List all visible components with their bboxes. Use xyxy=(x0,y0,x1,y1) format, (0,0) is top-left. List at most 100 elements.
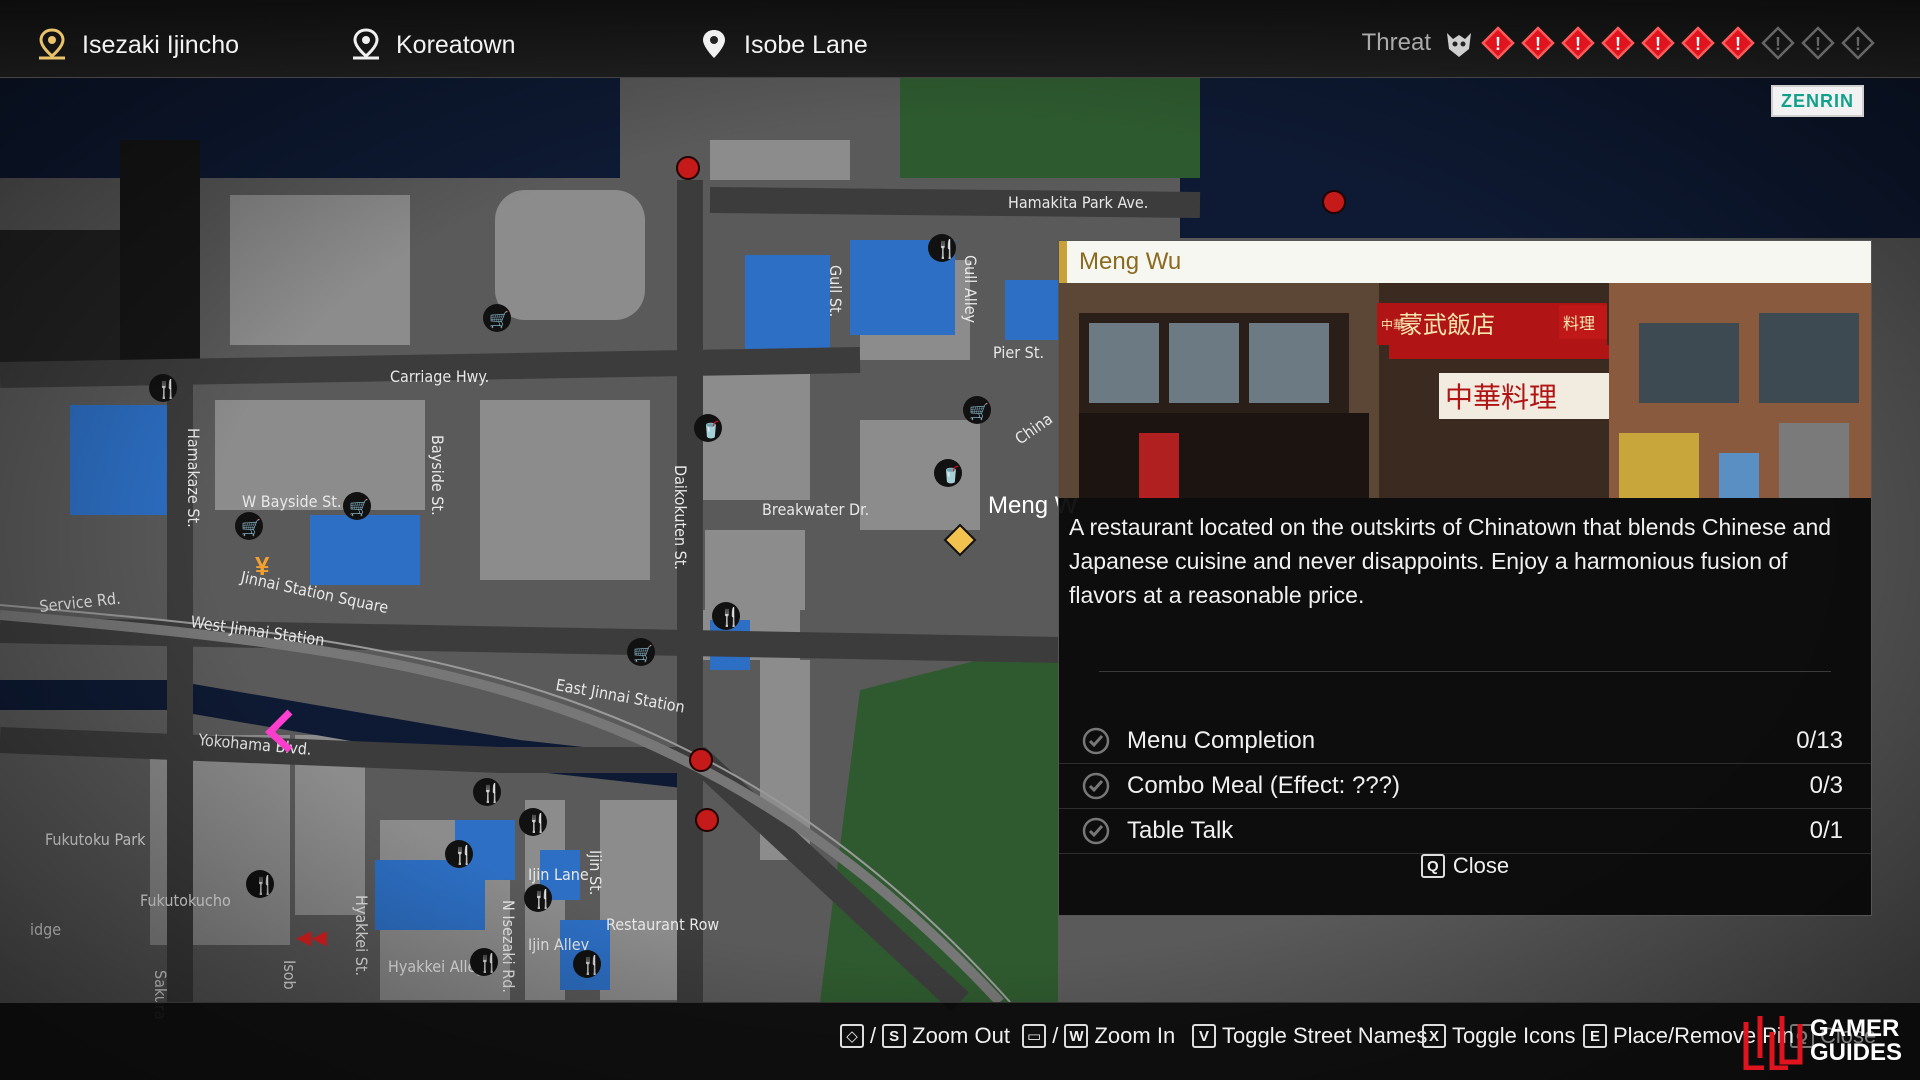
street-label: Fukutoku Park xyxy=(45,830,146,849)
restaurant-icon[interactable]: 🍴 xyxy=(149,374,178,402)
svg-text:!: ! xyxy=(1495,34,1501,54)
location-pin-icon xyxy=(703,30,725,58)
restaurant-icon[interactable]: 🍴 xyxy=(445,840,474,868)
street-label: N Isezaki Rd. xyxy=(499,900,518,993)
threat-diamond-active-icon: ! xyxy=(1561,26,1595,60)
bottom-controls-bar: ◇ / S Zoom Out ▭ / W Zoom In V Toggle St… xyxy=(0,1002,1920,1080)
key-q-icon: Q xyxy=(1420,854,1445,878)
svg-text:¥: ¥ xyxy=(255,551,270,581)
area-name: Koreatown xyxy=(396,30,516,59)
restaurant-icon[interactable]: 🍴 xyxy=(470,948,499,976)
zoom-in-hint[interactable]: ▭ / W Zoom In xyxy=(1022,1023,1175,1049)
danger-marker-icon[interactable] xyxy=(1322,190,1346,214)
task-row-combo-meal: Combo Meal (Effect: ???) 0/3 xyxy=(1059,764,1871,809)
svg-text:🥤: 🥤 xyxy=(941,465,961,484)
threat-diamond-active-icon: ! xyxy=(1681,26,1715,60)
restaurant-icon[interactable]: 🍴 xyxy=(246,870,275,898)
task-label: Table Talk xyxy=(1127,817,1234,844)
watermark-line1: GAMER xyxy=(1810,1015,1900,1042)
street-label: Bayside St. xyxy=(428,435,447,516)
svg-text:🥤: 🥤 xyxy=(701,420,721,439)
svg-text:!: ! xyxy=(1655,34,1661,54)
mouse-wheel-icon: ◇ xyxy=(840,1024,864,1048)
svg-text:🛒: 🛒 xyxy=(633,644,653,663)
shop-cart-icon[interactable]: 🛒 xyxy=(343,492,371,520)
check-circle-icon xyxy=(1082,817,1110,845)
restaurant-photo: 蒙武飯店 料理 中華料理 中華 xyxy=(1059,283,1871,498)
restaurant-icon[interactable]: 🍴 xyxy=(712,602,741,630)
atm-yen-icon[interactable]: ¥ xyxy=(255,551,270,581)
check-circle-icon xyxy=(1082,772,1110,800)
danger-marker-icon[interactable] xyxy=(695,808,719,832)
toggle-icons-hint[interactable]: X Toggle Icons xyxy=(1422,1023,1576,1049)
street-name: Isobe Lane xyxy=(744,30,868,59)
svg-text:🍴: 🍴 xyxy=(719,606,741,628)
street-label: Ijin St. xyxy=(586,850,605,895)
street-location: Isobe Lane xyxy=(698,28,868,62)
svg-text:🍴: 🍴 xyxy=(477,952,499,974)
task-label: Menu Completion xyxy=(1127,727,1316,754)
close-panel-button[interactable]: Q Close xyxy=(1059,853,1871,879)
zoom-out-hint[interactable]: ◇ / S Zoom Out xyxy=(840,1023,1010,1049)
svg-text:🛒: 🛒 xyxy=(969,402,989,421)
street-label: Pier St. xyxy=(993,343,1044,362)
danger-marker-icon[interactable] xyxy=(676,156,700,180)
task-row-table-talk: Table Talk 0/1 xyxy=(1059,809,1871,854)
toggle-street-names-hint[interactable]: V Toggle Street Names xyxy=(1192,1023,1427,1049)
street-label: Breakwater Dr. xyxy=(762,500,869,519)
svg-text:🍴: 🍴 xyxy=(480,782,502,804)
svg-text:!: ! xyxy=(1735,34,1741,54)
restaurant-icon[interactable]: 🍴 xyxy=(573,950,602,978)
restaurant-icon[interactable]: 🍴 xyxy=(524,884,553,912)
street-label: W Bayside St. xyxy=(242,492,341,511)
svg-text:🍴: 🍴 xyxy=(526,812,548,834)
svg-text:🛒: 🛒 xyxy=(489,310,509,329)
shop-cart-icon[interactable]: 🛒 xyxy=(963,396,991,424)
area-pin-icon xyxy=(353,28,379,60)
check-circle-icon xyxy=(1082,727,1110,755)
threat-diamond-active-icon: ! xyxy=(1641,26,1675,60)
panel-description: A restaurant located on the outskirts of… xyxy=(1069,514,1832,608)
restaurant-icon[interactable]: 🍴 xyxy=(473,778,502,806)
street-label: Restaurant Row xyxy=(606,915,719,934)
sign-sub-text: 中華料理 xyxy=(1445,381,1557,414)
svg-text:🍴: 🍴 xyxy=(156,378,178,400)
drink-icon[interactable]: 🥤 xyxy=(934,459,962,487)
shop-cart-icon[interactable]: 🛒 xyxy=(235,512,263,540)
top-bar: Isezaki Ijincho Koreatown Isobe Lane Thr… xyxy=(0,0,1920,78)
sign-small-text: 中華 xyxy=(1381,317,1405,332)
threat-level-diamonds: !!!!!!!!!! xyxy=(1481,26,1875,60)
separator: / xyxy=(870,1023,877,1048)
spacebar-icon: ▭ xyxy=(1022,1024,1047,1048)
district-location: Isezaki Ijincho xyxy=(36,28,239,62)
svg-text:!: ! xyxy=(1695,34,1701,54)
shop-cart-icon[interactable]: 🛒 xyxy=(627,638,655,666)
shop-cart-icon[interactable]: 🛒 xyxy=(483,304,511,332)
street-label: Gull Alley xyxy=(961,255,980,324)
street-label: Ijin Lane xyxy=(528,865,589,884)
hint-label: Zoom Out xyxy=(912,1023,1010,1048)
task-progress: 0/13 xyxy=(1796,727,1843,754)
restaurant-icon[interactable]: 🍴 xyxy=(928,234,957,262)
threat-diamond-active-icon: ! xyxy=(1601,26,1635,60)
hint-label: Toggle Street Names xyxy=(1222,1023,1428,1048)
harbor-water xyxy=(0,78,620,178)
site-watermark: GAMER GUIDES xyxy=(1742,1008,1912,1074)
key-w-icon: W xyxy=(1064,1024,1089,1048)
restaurant-storefront-image: 蒙武飯店 料理 中華料理 中華 xyxy=(1059,283,1871,498)
restaurant-icon[interactable]: 🍴 xyxy=(519,808,548,836)
offscreen-arrow-icon: ◀◀ xyxy=(296,927,327,949)
park-area xyxy=(900,78,1200,178)
svg-text:🛒: 🛒 xyxy=(349,498,369,517)
street-label: Isob xyxy=(280,960,299,990)
svg-text:🍴: 🍴 xyxy=(452,844,474,866)
close-label: Close xyxy=(1452,853,1510,878)
svg-text:!: ! xyxy=(1575,34,1581,54)
svg-text:🍴: 🍴 xyxy=(935,238,957,260)
drink-icon[interactable]: 🥤 xyxy=(694,414,722,442)
street-label: Hamakita Park Ave. xyxy=(1008,193,1148,212)
svg-text:◀◀: ◀◀ xyxy=(296,927,327,949)
task-row-menu-completion: Menu Completion 0/13 xyxy=(1059,719,1871,764)
panel-divider xyxy=(1099,671,1831,672)
danger-marker-icon[interactable] xyxy=(689,748,713,772)
